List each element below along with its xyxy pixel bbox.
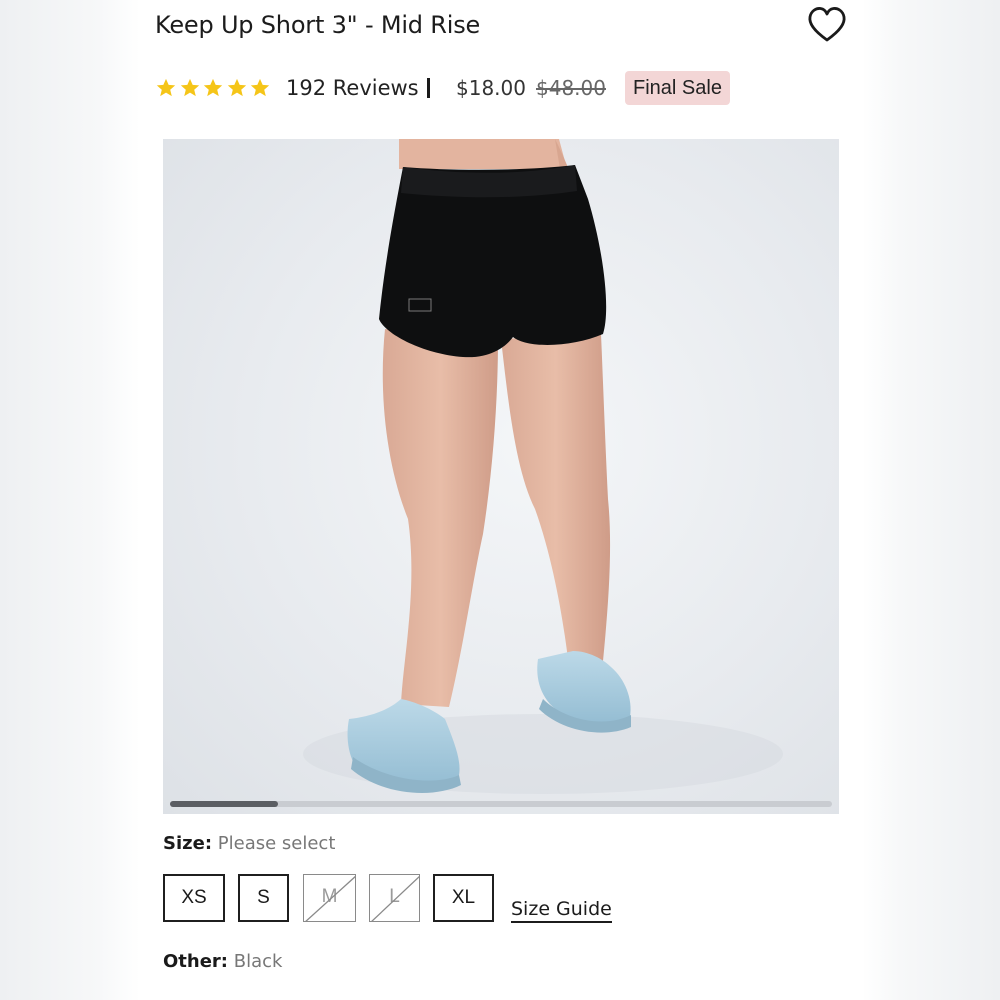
gallery-scrollbar-thumb[interactable]	[170, 801, 278, 807]
wishlist-heart-icon[interactable]	[807, 6, 847, 44]
star-icon	[250, 78, 270, 97]
unavailable-slash	[305, 875, 355, 921]
product-title: Keep Up Short 3" - Mid Rise	[155, 11, 481, 39]
star-icon	[203, 78, 223, 97]
size-option-m[interactable]: M	[303, 874, 356, 922]
size-option-xs[interactable]: XS	[163, 874, 225, 922]
other-value: Black	[233, 951, 283, 972]
size-option-s[interactable]: S	[238, 874, 289, 922]
product-photo	[303, 139, 783, 794]
size-value: Please select	[217, 833, 336, 854]
size-guide-link[interactable]: Size Guide	[511, 897, 612, 923]
rating-price-row: 192 Reviews $18.00 $48.00 Final Sale	[155, 70, 855, 106]
size-option-l[interactable]: L	[369, 874, 420, 922]
sale-price: $18.00	[456, 76, 526, 100]
size-option-xl[interactable]: XL	[433, 874, 494, 922]
divider	[427, 78, 430, 98]
gallery-scrollbar[interactable]	[170, 801, 832, 807]
star-icon	[180, 78, 199, 97]
size-label-row: Size: Please select	[163, 831, 335, 857]
product-image-gallery[interactable]	[163, 139, 839, 814]
other-label: Other:	[163, 951, 229, 972]
final-sale-badge: Final Sale	[625, 71, 730, 105]
other-label-row: Other: Black	[163, 949, 282, 975]
unavailable-slash	[371, 875, 419, 921]
size-label: Size:	[163, 833, 213, 854]
star-icon	[156, 78, 176, 97]
star-rating[interactable]	[155, 77, 273, 99]
reviews-link[interactable]: 192 Reviews	[286, 70, 419, 106]
star-icon	[227, 78, 246, 97]
compare-at-price: $48.00	[536, 76, 606, 100]
